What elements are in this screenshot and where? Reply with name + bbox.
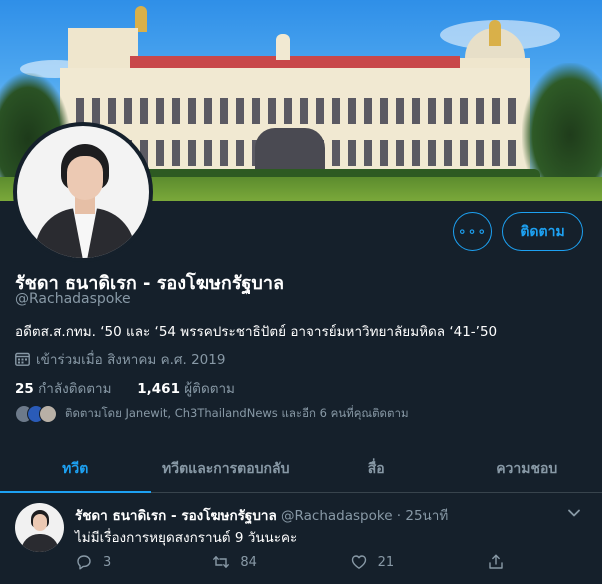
follow-button-label: ติดตาม xyxy=(520,223,565,240)
following-link[interactable]: 25 กำลังติดตาม xyxy=(15,381,116,397)
followers-count: 1,461 xyxy=(137,381,180,397)
retweet-button[interactable]: 84 xyxy=(212,553,349,571)
tweet-author-avatar[interactable] xyxy=(15,503,64,552)
like-button[interactable]: 21 xyxy=(350,553,487,571)
profile-handle: @Rachadaspoke xyxy=(15,291,131,307)
follower-avatar xyxy=(39,405,57,423)
followed-by[interactable]: ติดตามโดย Janewit, Ch3ThailandNews และอี… xyxy=(15,405,409,423)
tweet-actions: 3 84 21 xyxy=(75,553,505,571)
reply-button[interactable]: 3 xyxy=(75,553,212,571)
tab-media[interactable]: สื่อ xyxy=(301,446,452,492)
share-icon xyxy=(489,554,503,569)
reply-icon xyxy=(77,555,91,570)
follow-counts: 25 กำลังติดตาม 1,461 ผู้ติดตาม xyxy=(15,377,235,399)
tweet-meta[interactable]: @Rachadaspoke · 25นาที xyxy=(281,508,448,524)
share-button[interactable] xyxy=(487,553,505,571)
joined-date: เข้าร่วมเมื่อ สิงหาคม ค.ศ. 2019 xyxy=(15,348,225,370)
reply-count: 3 xyxy=(103,554,112,570)
like-count: 21 xyxy=(377,554,395,570)
tweet-header: รัชดา ธนาดิเรก - รองโฆษกรัฐบาล @Rachadas… xyxy=(75,504,448,526)
tweet[interactable]: รัชดา ธนาดิเรก - รองโฆษกรัฐบาล @Rachadas… xyxy=(0,493,602,584)
chevron-down-icon[interactable] xyxy=(566,505,582,521)
more-icon: ∘∘∘ xyxy=(457,223,488,240)
profile-avatar[interactable] xyxy=(13,122,153,262)
tab-tweets[interactable]: ทวีต xyxy=(0,446,151,493)
retweet-count: 84 xyxy=(240,554,257,570)
follow-button[interactable]: ติดตาม xyxy=(502,212,583,251)
retweet-icon xyxy=(213,556,230,568)
following-label: กำลังติดตาม xyxy=(38,381,112,397)
heart-icon xyxy=(351,555,366,569)
joined-text: เข้าร่วมเมื่อ สิงหาคม ค.ศ. 2019 xyxy=(36,352,226,368)
following-count: 25 xyxy=(15,381,34,397)
followers-label: ผู้ติดตาม xyxy=(184,381,235,397)
follower-avatars xyxy=(15,405,57,423)
profile-tabs: ทวีต ทวีตและการตอบกลับ สื่อ ความชอบ xyxy=(0,446,602,493)
calendar-icon xyxy=(15,352,30,366)
tab-likes[interactable]: ความชอบ xyxy=(452,446,602,492)
tab-tweets-and-replies[interactable]: ทวีตและการตอบกลับ xyxy=(151,446,302,492)
followed-by-text: ติดตามโดย Janewit, Ch3ThailandNews และอี… xyxy=(65,406,409,420)
tweet-text: ไม่มีเรื่องการหยุดสงกรานต์ 9 วันนะคะ xyxy=(75,530,298,546)
profile-bio: อดีตส.ส.กทม. ‘50 และ ‘54 พรรคประชาธิปัตย… xyxy=(15,324,498,340)
followers-link[interactable]: 1,461 ผู้ติดตาม xyxy=(137,381,235,397)
tweet-author-name[interactable]: รัชดา ธนาดิเรก - รองโฆษกรัฐบาล xyxy=(75,508,277,524)
more-button[interactable]: ∘∘∘ xyxy=(453,212,492,251)
